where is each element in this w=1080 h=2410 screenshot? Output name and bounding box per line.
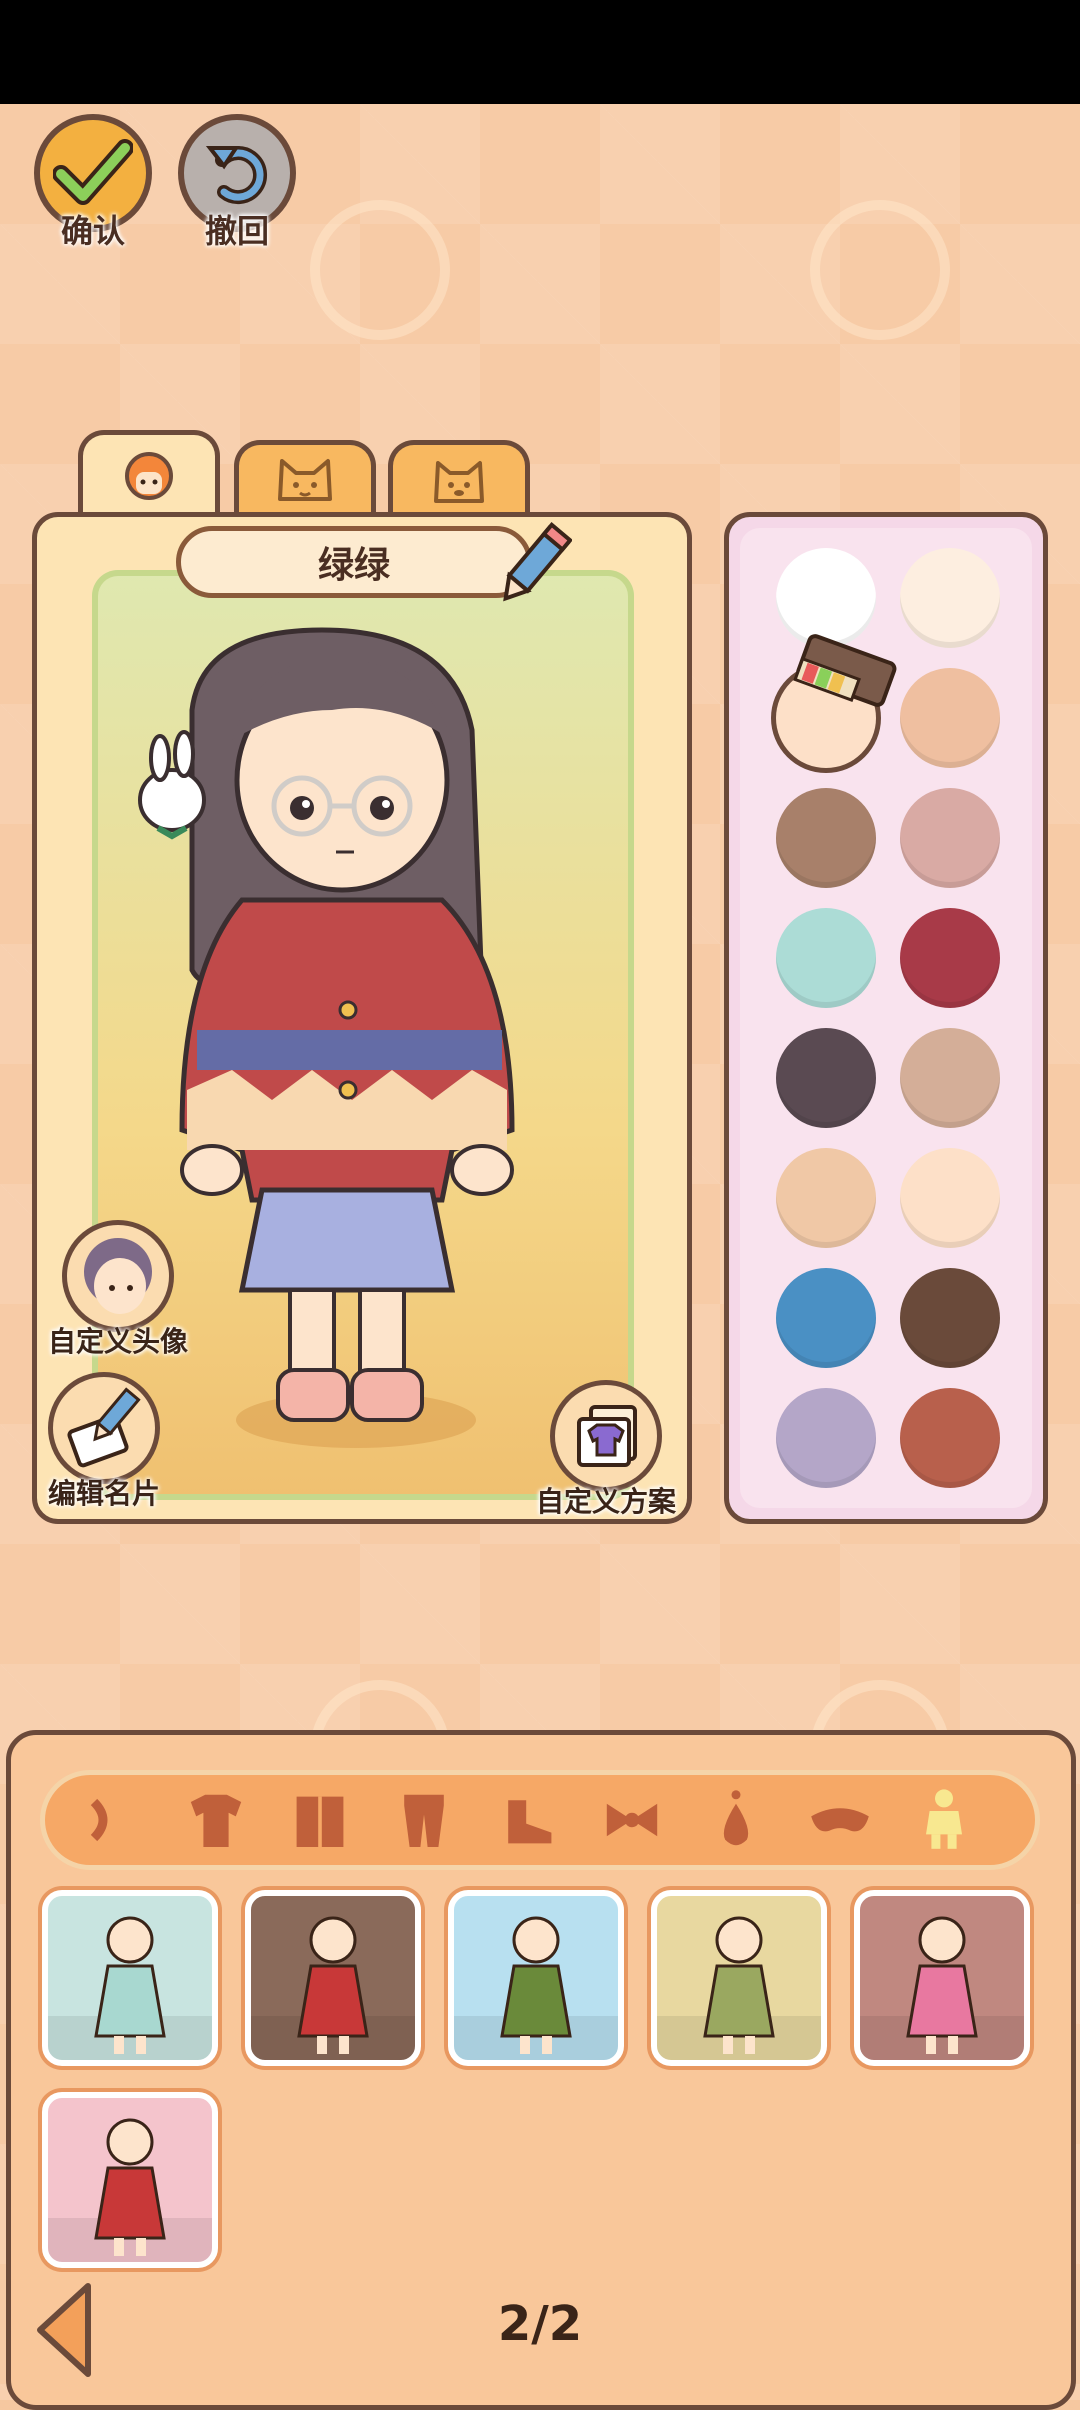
outfit-card[interactable] [245, 1890, 421, 2066]
edit-name-pencil-icon[interactable] [492, 520, 573, 618]
character-figure [138, 627, 515, 1448]
color-swatch[interactable] [776, 1268, 876, 1368]
outfit-thumbnail [251, 1916, 415, 2060]
coat-icon [296, 1796, 344, 1847]
edit-card-button[interactable]: 编辑名片 [48, 1372, 160, 1512]
pants-icon [404, 1794, 444, 1847]
confirm-button[interactable]: 确认 [28, 114, 158, 252]
character-name[interactable]: 绿绿 [176, 526, 532, 598]
cat-face-icon [270, 453, 340, 511]
outfit-thumbnail [860, 1916, 1024, 2060]
color-swatch[interactable] [776, 908, 876, 1008]
outfit-card[interactable] [448, 1890, 624, 2066]
color-swatch[interactable] [900, 1388, 1000, 1488]
color-swatch[interactable] [900, 548, 1000, 648]
undo-button[interactable]: 撤回 [172, 114, 302, 252]
color-swatch[interactable] [776, 1388, 876, 1488]
custom-avatar-label: 自定义头像 [48, 1325, 189, 1358]
left-arrow-icon [30, 2283, 100, 2386]
color-swatch[interactable] [900, 1148, 1000, 1248]
ribbon-icon [90, 1798, 108, 1842]
color-swatch[interactable] [776, 1028, 876, 1128]
outfit-card[interactable] [651, 1890, 827, 2066]
avatar-icon [62, 1220, 174, 1332]
color-swatch[interactable] [900, 668, 1000, 768]
color-swatch[interactable] [776, 1148, 876, 1248]
shoe-icon [508, 1800, 552, 1844]
bow-icon [606, 1803, 658, 1837]
tshirt-icon [190, 1794, 242, 1847]
sun-decoration [810, 200, 950, 340]
custom-scheme-label: 自定义方案 [536, 1485, 677, 1518]
outfit-card[interactable] [854, 1890, 1030, 2066]
color-swatch[interactable] [776, 788, 876, 888]
status-bar [0, 0, 1080, 104]
color-swatch[interactable] [900, 788, 1000, 888]
category-tshirt[interactable] [176, 1778, 256, 1862]
sun-decoration [310, 200, 450, 340]
category-outfit-set[interactable] [904, 1778, 984, 1862]
eraser-icon [790, 620, 910, 734]
category-ribbon[interactable] [72, 1778, 152, 1862]
confirm-label: 确认 [60, 212, 125, 250]
custom-avatar-button[interactable]: 自定义头像 [48, 1220, 188, 1360]
edit-card-label: 编辑名片 [48, 1477, 161, 1510]
mask-icon [811, 1808, 869, 1832]
category-bow[interactable] [592, 1778, 672, 1862]
tab-cat[interactable] [234, 440, 376, 518]
undo-label: 撤回 [204, 212, 269, 250]
color-swatch[interactable] [900, 1028, 1000, 1128]
outfit-thumbnail [48, 1916, 212, 2060]
earring-icon [723, 1790, 749, 1846]
category-shoe[interactable] [488, 1778, 568, 1862]
outfit-thumbnail [454, 1916, 618, 2060]
tab-girl[interactable] [78, 430, 220, 518]
color-swatch[interactable] [900, 1268, 1000, 1368]
outfit-scheme-icon [550, 1380, 662, 1492]
page-indicator: 2/2 [497, 2296, 583, 2352]
character-name-text: 绿绿 [317, 545, 390, 586]
category-earring[interactable] [696, 1778, 776, 1862]
character-stage [92, 570, 634, 1500]
girl-face-icon [122, 448, 176, 506]
outfit-thumbnail [657, 1916, 821, 2060]
category-coat[interactable] [280, 1778, 360, 1862]
custom-scheme-button[interactable]: 自定义方案 [536, 1380, 676, 1520]
category-mask[interactable] [800, 1778, 880, 1862]
outfit-card[interactable] [42, 2092, 218, 2268]
previous-page-button[interactable] [30, 2278, 100, 2386]
dog-face-icon [424, 453, 494, 511]
edit-card-icon [48, 1372, 160, 1484]
outfit-card[interactable] [42, 1890, 218, 2066]
tab-dog[interactable] [388, 440, 530, 518]
category-pants[interactable] [384, 1778, 464, 1862]
outfit-set-icon [926, 1789, 962, 1849]
color-swatch[interactable] [900, 908, 1000, 1008]
outfit-thumbnail [48, 2118, 212, 2262]
